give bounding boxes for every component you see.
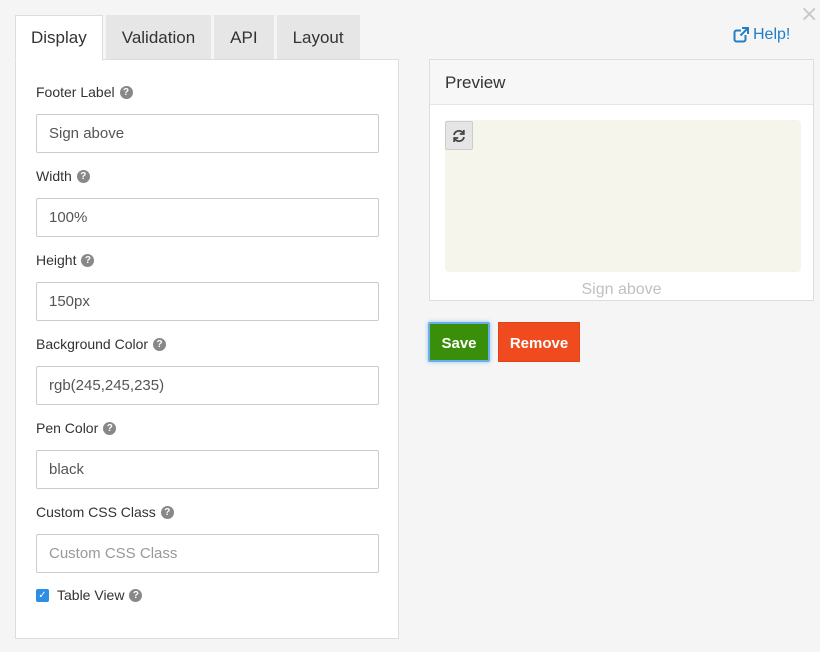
pen-color-label: Pen Color bbox=[36, 420, 99, 436]
help-link-label[interactable]: Help! bbox=[753, 26, 790, 44]
tab-api[interactable]: API bbox=[214, 15, 274, 59]
question-circle-icon[interactable]: ? bbox=[76, 169, 90, 183]
footer-label-label: Footer Label bbox=[36, 84, 115, 100]
close-icon[interactable]: × bbox=[800, 4, 818, 26]
footer-label-input[interactable] bbox=[36, 114, 379, 153]
footer-label-field: Footer Label ? bbox=[36, 82, 379, 153]
height-label: Height bbox=[36, 252, 77, 268]
question-circle-icon[interactable]: ? bbox=[119, 85, 133, 99]
signature-pad[interactable] bbox=[445, 120, 801, 272]
question-circle-icon[interactable]: ? bbox=[160, 505, 174, 519]
background-color-label: Background Color bbox=[36, 336, 149, 352]
question-circle-icon[interactable]: ? bbox=[129, 588, 143, 602]
tab-display[interactable]: Display bbox=[15, 15, 103, 61]
width-input[interactable] bbox=[36, 198, 379, 237]
question-circle-icon[interactable]: ? bbox=[103, 421, 117, 435]
tab-layout[interactable]: Layout bbox=[276, 15, 360, 59]
remove-button[interactable]: Remove bbox=[498, 322, 580, 362]
custom-css-class-input[interactable] bbox=[36, 534, 379, 573]
refresh-button[interactable] bbox=[445, 121, 473, 150]
help-link[interactable]: Help! bbox=[733, 26, 790, 44]
tab-validation[interactable]: Validation bbox=[105, 15, 212, 59]
pen-color-field: Pen Color ? bbox=[36, 418, 379, 489]
checkbox-checked-icon[interactable]: ✓ bbox=[36, 588, 49, 602]
table-view-label[interactable]: Table View bbox=[57, 587, 124, 603]
background-color-field: Background Color ? bbox=[36, 334, 379, 405]
question-circle-icon[interactable]: ? bbox=[81, 253, 95, 267]
save-button[interactable]: Save bbox=[428, 322, 490, 362]
external-link-icon bbox=[733, 27, 749, 43]
height-field: Height ? bbox=[36, 250, 379, 321]
preview-title: Preview bbox=[430, 60, 813, 105]
width-field: Width ? bbox=[36, 166, 379, 237]
height-input[interactable] bbox=[36, 282, 379, 321]
signature-footer-label: Sign above bbox=[581, 281, 662, 298]
custom-css-class-field: Custom CSS Class ? bbox=[36, 502, 379, 573]
tab-bar: Display Validation API Layout bbox=[15, 15, 363, 61]
question-circle-icon[interactable]: ? bbox=[153, 337, 167, 351]
background-color-input[interactable] bbox=[36, 366, 379, 405]
custom-css-class-label: Custom CSS Class bbox=[36, 504, 156, 520]
table-view-option: ✓ Table View ? bbox=[36, 587, 143, 603]
pen-color-input[interactable] bbox=[36, 450, 379, 489]
refresh-icon bbox=[453, 129, 465, 142]
display-settings-panel: Footer Label ? Width ? Height ? Backgrou… bbox=[15, 59, 399, 639]
width-label: Width bbox=[36, 168, 72, 184]
preview-panel: Preview Sign above bbox=[429, 59, 814, 301]
